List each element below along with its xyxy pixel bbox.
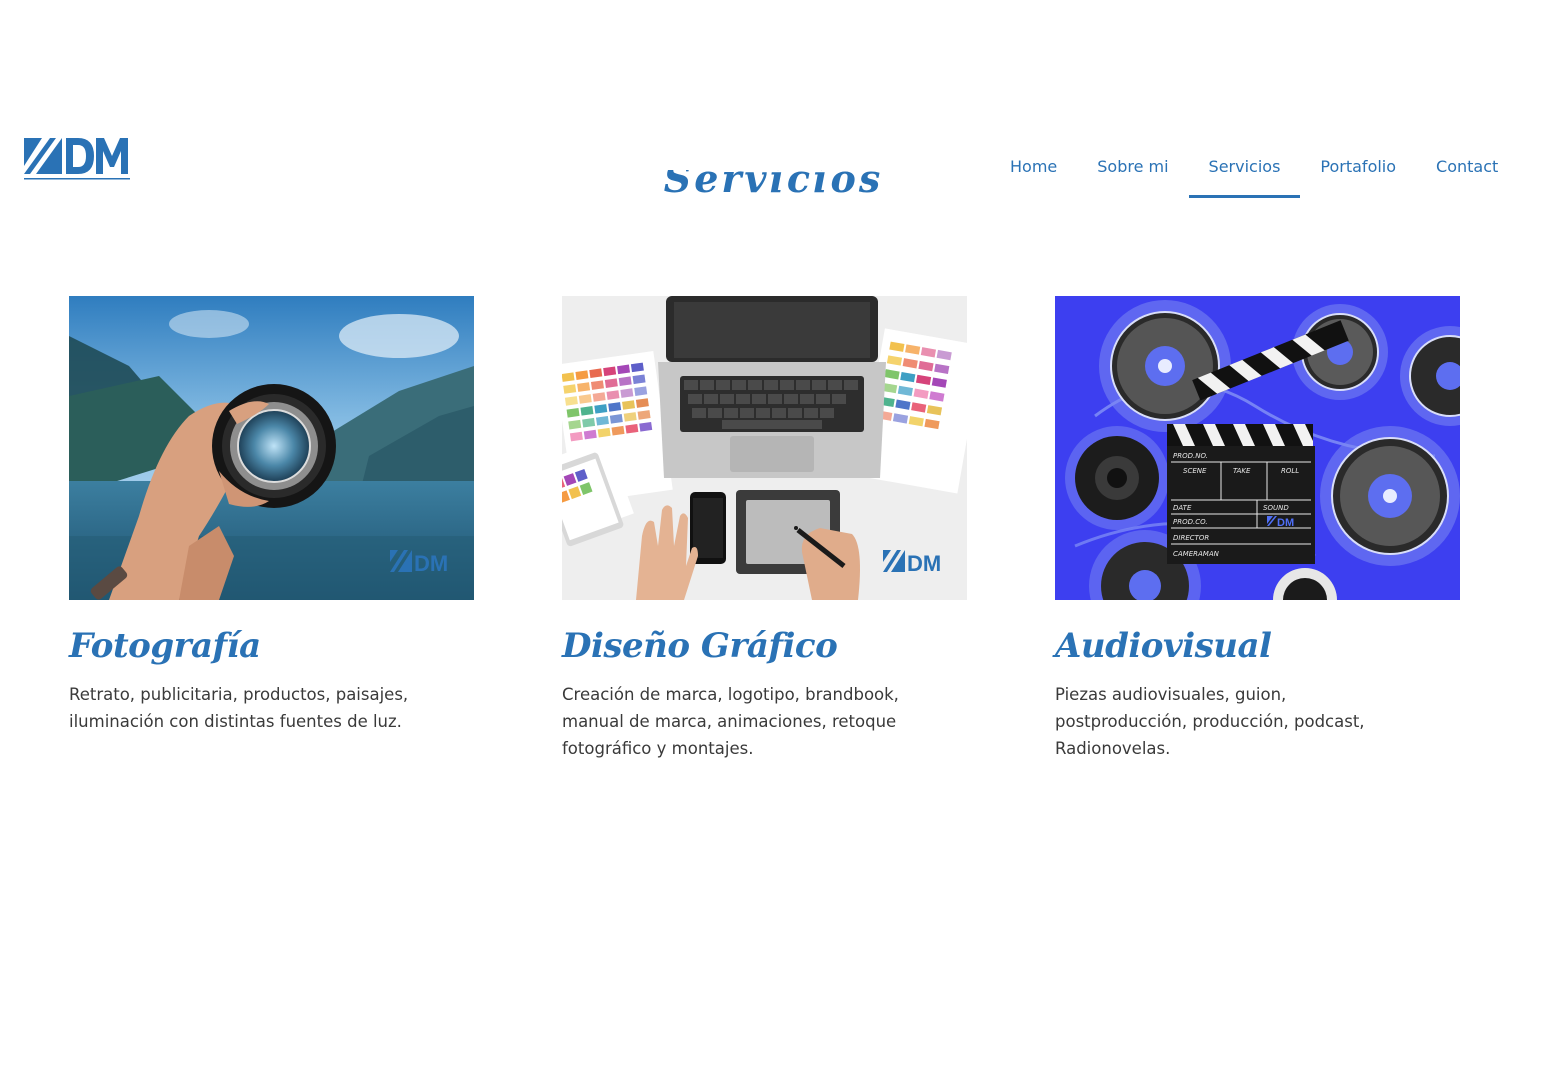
fotografia-image: DM xyxy=(69,296,474,600)
fotografia-title: Fotografía xyxy=(69,626,261,666)
reel-top-left xyxy=(1099,300,1231,432)
svg-text:DATE: DATE xyxy=(1173,504,1192,512)
diseno-grafico-image: DM xyxy=(562,296,967,600)
svg-text:TAKE: TAKE xyxy=(1233,467,1251,475)
svg-text:DM: DM xyxy=(907,551,941,574)
svg-text:DIRECTOR: DIRECTOR xyxy=(1173,534,1209,542)
audiovisual-image: PROD.NO. SCENE TAKE ROLL DATE SOUND PROD… xyxy=(1055,296,1460,600)
svg-text:SOUND: SOUND xyxy=(1263,504,1289,512)
svg-text:DM: DM xyxy=(414,551,448,574)
diseno-grafico-title: Diseño Gráfico xyxy=(562,626,838,666)
section-title-wrapper: Servicios xyxy=(0,170,1547,206)
service-card-diseno-grafico: DM Diseño Gráfico Creación de marca, log… xyxy=(562,296,967,762)
svg-text:PROD.CO.: PROD.CO. xyxy=(1173,518,1208,526)
watermark-icon: DM xyxy=(883,550,941,574)
svg-text:CAMERAMAN: CAMERAMAN xyxy=(1173,550,1220,558)
service-card-audiovisual: PROD.NO. SCENE TAKE ROLL DATE SOUND PROD… xyxy=(1055,296,1460,762)
section-title: Servicios xyxy=(663,170,884,201)
audiovisual-title: Audiovisual xyxy=(1055,626,1272,666)
diseno-grafico-description: Creación de marca, logotipo, brandbook, … xyxy=(562,685,899,759)
svg-text:ROLL: ROLL xyxy=(1281,467,1299,475)
watermark-icon: DM xyxy=(390,550,448,574)
svg-text:PROD.NO.: PROD.NO. xyxy=(1173,452,1208,460)
svg-text:SCENE: SCENE xyxy=(1183,467,1207,475)
svg-text:DM: DM xyxy=(1277,517,1294,529)
fotografia-description: Retrato, publicitaria, productos, paisaj… xyxy=(69,685,409,732)
audiovisual-description: Piezas audiovisuales, guion, postproducc… xyxy=(1055,685,1365,759)
service-card-fotografia: DM Fotografía Retrato, publicitaria, pro… xyxy=(69,296,474,735)
page: Home Sobre mi Servicios Portafolio Conta… xyxy=(0,0,1547,1080)
